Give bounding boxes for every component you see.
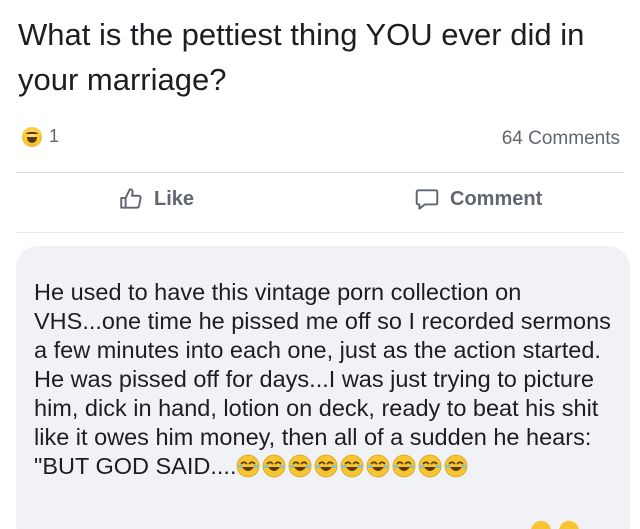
- comment-button-label: Comment: [450, 187, 543, 210]
- emoji-row: [236, 453, 470, 479]
- like-button-label: Like: [154, 187, 195, 210]
- laughing-crying-emoji-icon: [530, 520, 552, 529]
- facebook-post-screenshot: What is the pettiest thing YOU ever did …: [0, 0, 640, 529]
- post-title: What is the pettiest thing YOU ever did …: [18, 17, 585, 97]
- comment-body: He used to have this vintage porn collec…: [34, 278, 624, 481]
- laughing-crying-emoji-icon: [419, 454, 442, 478]
- comment-bubble-icon: [415, 189, 439, 210]
- laughing-crying-emoji-icon: [315, 454, 338, 478]
- divider: [16, 232, 624, 233]
- comments-count-link[interactable]: 64 Comments: [502, 128, 620, 150]
- laughing-crying-emoji-icon: [558, 520, 580, 529]
- reaction-summary[interactable]: 1: [22, 126, 59, 147]
- laughing-crying-emoji-icon: [367, 454, 390, 478]
- laughing-crying-emoji-icon: [263, 454, 286, 478]
- comment-button[interactable]: Comment: [414, 186, 542, 212]
- haha-emoji-icon: [22, 126, 42, 147]
- divider: [16, 172, 624, 173]
- thumbs-up-icon: [120, 188, 142, 209]
- like-button[interactable]: Like: [118, 186, 194, 212]
- comment-text: He used to have this vintage porn collec…: [34, 279, 611, 479]
- laughing-crying-emoji-icon: [237, 454, 260, 478]
- reaction-count: 1: [49, 126, 60, 146]
- laughing-crying-emoji-icon: [393, 454, 416, 478]
- laughing-crying-emoji-icon: [289, 454, 312, 478]
- laughing-crying-emoji-icon: [341, 454, 364, 478]
- laughing-crying-emoji-icon: [445, 454, 468, 478]
